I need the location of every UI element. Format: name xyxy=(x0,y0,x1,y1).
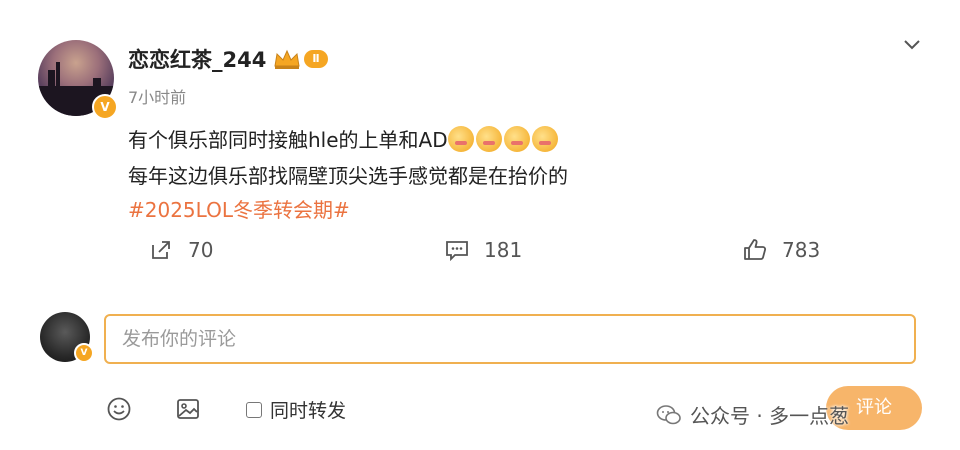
savoring-face-emoji-icon xyxy=(531,126,558,152)
savoring-face-emoji-icon xyxy=(447,126,474,152)
post-text-line: 每年这边俱乐部找隔壁顶尖选手感觉都是在抬价的 xyxy=(128,164,568,188)
username[interactable]: 恋恋红茶_244 xyxy=(128,44,266,74)
emoji-group xyxy=(447,126,560,152)
repost-count: 70 xyxy=(188,238,214,262)
hashtag-link[interactable]: #2025LOL冬季转会期# xyxy=(128,194,350,223)
verified-badge: V xyxy=(74,343,94,363)
post-text: 有个俱乐部同时接触hle的上单和AD xyxy=(128,128,448,152)
comment-input[interactable]: 发布你的评论 xyxy=(104,314,916,364)
level-badge: Ⅱ xyxy=(304,50,328,68)
repost-icon xyxy=(152,241,170,259)
image-icon[interactable] xyxy=(175,396,201,422)
post-time[interactable]: 7小时前 xyxy=(128,84,186,108)
chevron-down-icon[interactable] xyxy=(902,36,922,52)
checkbox-box[interactable] xyxy=(246,401,262,418)
watermark-text: 公众号 · 多一点葱 xyxy=(690,404,850,428)
savoring-face-emoji-icon xyxy=(475,126,502,152)
emoji-icon[interactable] xyxy=(106,396,132,422)
repost-button[interactable]: 70 xyxy=(148,237,213,263)
like-count: 783 xyxy=(782,238,821,262)
crown-icon[interactable] xyxy=(272,48,302,70)
comment-button[interactable]: 181 xyxy=(444,237,522,263)
verified-badge: V xyxy=(92,94,118,120)
watermark: 公众号 · 多一点葱 xyxy=(656,400,849,429)
comment-icon xyxy=(446,241,468,262)
like-button[interactable]: 783 xyxy=(742,237,820,263)
repost-checkbox-label: 同时转发 xyxy=(270,400,347,422)
savoring-face-emoji-icon xyxy=(503,126,530,152)
wechat-icon xyxy=(656,404,681,424)
repost-checkbox[interactable]: 同时转发 xyxy=(246,396,346,423)
post-text-line: 有个俱乐部同时接触hle的上单和AD xyxy=(128,124,560,153)
comment-count: 181 xyxy=(484,238,523,262)
thumbs-up-icon xyxy=(744,239,767,260)
